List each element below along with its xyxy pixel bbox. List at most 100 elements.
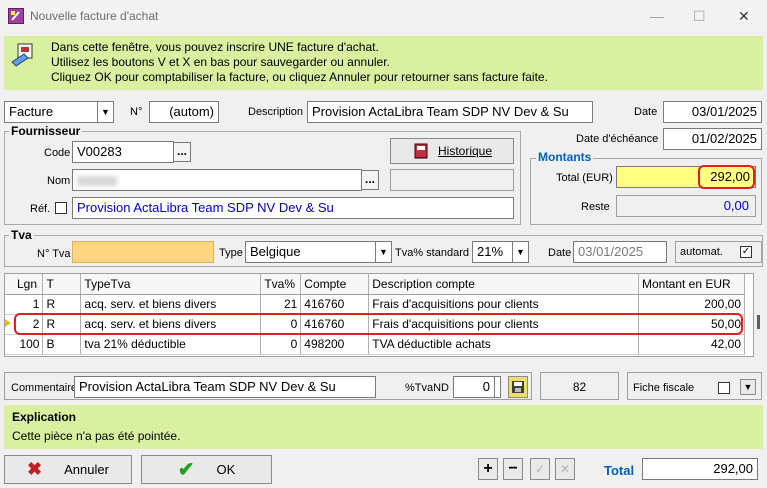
tvand-field[interactable]: 0 bbox=[453, 376, 495, 398]
code-field[interactable]: V00283 bbox=[72, 141, 174, 163]
rest-field: 0,00 bbox=[616, 195, 756, 217]
footer-total-field: 292,00 bbox=[642, 458, 758, 480]
maximize-icon[interactable]: ☐ bbox=[693, 8, 706, 25]
tva-std-select[interactable]: 21% ▼ bbox=[472, 241, 529, 263]
col-description[interactable]: Description compte bbox=[368, 274, 639, 295]
cell-compte: 416760 bbox=[300, 294, 370, 315]
row-pointer-icon bbox=[5, 319, 11, 327]
col-t[interactable]: T bbox=[42, 274, 82, 295]
code-label: Code bbox=[44, 147, 71, 159]
title-bar: Nouvelle facture d'achat — ☐ ✕ bbox=[0, 0, 767, 32]
tva-date-field[interactable]: 03/01/2025 bbox=[573, 241, 667, 263]
cell-compte: 498200 bbox=[300, 334, 370, 355]
cell-typetva: acq. serv. et biens divers bbox=[80, 294, 262, 315]
col-montant[interactable]: Montant en EUR bbox=[638, 274, 746, 295]
explanation-text: Cette pièce n'a pas été pointée. bbox=[12, 429, 181, 443]
cell-t: R bbox=[42, 294, 82, 315]
total-label: Total (EUR) bbox=[556, 172, 613, 184]
footer-total-label: Total bbox=[604, 463, 635, 478]
tvand-label: %TvaND bbox=[405, 382, 450, 394]
tva-std-value: 21% bbox=[477, 244, 504, 259]
auto-label: automat. bbox=[680, 246, 723, 258]
chevron-down-icon: ▼ bbox=[512, 242, 528, 262]
tva-date-label: Date bbox=[548, 247, 572, 259]
history-button[interactable]: Historique bbox=[390, 138, 514, 164]
cell-description: Frais d'acquisitions pour clients bbox=[368, 294, 639, 315]
amounts-title: Montants bbox=[536, 150, 594, 164]
minimize-icon[interactable]: — bbox=[650, 8, 664, 24]
remove-line-button[interactable]: − bbox=[503, 458, 523, 480]
table-header: Lgn T TypeTva Tva% Compte Description co… bbox=[5, 274, 746, 295]
name-browse-button[interactable]: ... bbox=[361, 170, 379, 190]
cell-tva-pct: 0 bbox=[260, 334, 302, 355]
tva-type-select[interactable]: Belgique ▼ bbox=[245, 241, 392, 263]
info-line-1: Dans cette fenêtre, vous pouvez inscrire… bbox=[51, 40, 379, 54]
history-label: Historique bbox=[437, 144, 493, 158]
save-icon[interactable] bbox=[508, 376, 528, 398]
cancel-label: Annuler bbox=[64, 462, 109, 477]
cell-lgn: 100 bbox=[5, 334, 44, 355]
col-lgn[interactable]: Lgn bbox=[5, 274, 44, 295]
cell-montant: 200,00 bbox=[638, 294, 746, 315]
rest-label: Reste bbox=[581, 201, 610, 213]
explanation-title: Explication bbox=[12, 410, 77, 424]
selected-row-ring bbox=[14, 313, 743, 335]
description-field[interactable]: Provision ActaLibra Team SDP NV Dev & Su bbox=[307, 101, 593, 123]
name-extra-field bbox=[390, 169, 514, 191]
close-icon: ✖ bbox=[27, 459, 43, 479]
scrollbar-thumb[interactable] bbox=[757, 315, 760, 329]
fiche-label: Fiche fiscale bbox=[633, 382, 695, 394]
cell-montant: 42,00 bbox=[638, 334, 746, 355]
info-line-2: Utilisez les boutons V et X en bas pour … bbox=[51, 55, 390, 69]
app-icon bbox=[8, 8, 24, 24]
cancel-button[interactable]: ✖ Annuler bbox=[4, 455, 132, 484]
tvand-spinner[interactable] bbox=[495, 376, 501, 398]
ok-button[interactable]: ✔ OK bbox=[141, 455, 272, 484]
date-field[interactable]: 03/01/2025 bbox=[663, 101, 762, 123]
chevron-down-icon: ▼ bbox=[97, 102, 113, 122]
check-icon: ✔ bbox=[177, 459, 195, 481]
auto-checkbox[interactable]: ✓ bbox=[740, 246, 752, 258]
confirm-line-button: ✓ bbox=[530, 458, 550, 480]
code-browse-button[interactable]: ... bbox=[173, 142, 191, 162]
due-date-label: Date d'échéance bbox=[576, 133, 659, 145]
add-line-button[interactable]: + bbox=[478, 458, 498, 480]
doc-type-value: Facture bbox=[9, 104, 54, 119]
comment-field[interactable]: Provision ActaLibra Team SDP NV Dev & Su bbox=[74, 376, 376, 398]
window-title: Nouvelle facture d'achat bbox=[30, 9, 159, 23]
fiche-checkbox[interactable] bbox=[718, 382, 730, 394]
col-compte[interactable]: Compte bbox=[300, 274, 370, 295]
close-icon[interactable]: ✕ bbox=[738, 8, 750, 25]
name-field[interactable] bbox=[72, 169, 362, 191]
comment-label: Commentaire bbox=[11, 382, 78, 394]
info-banner: Dans cette fenêtre, vous pouvez inscrire… bbox=[4, 36, 763, 90]
ref-checkbox[interactable] bbox=[55, 202, 67, 214]
tva-type-label: Type bbox=[219, 247, 243, 259]
number-label: N° bbox=[130, 106, 143, 118]
table-row[interactable]: 1 R acq. serv. et biens divers 21 416760… bbox=[5, 294, 746, 315]
info-icon bbox=[10, 42, 36, 68]
ref-label: Réf. bbox=[30, 203, 51, 215]
cell-tva-pct: 21 bbox=[260, 294, 302, 315]
due-date-field[interactable]: 01/02/2025 bbox=[663, 128, 762, 150]
chevron-down-icon: ▼ bbox=[375, 242, 391, 262]
count-value: 82 bbox=[572, 380, 587, 394]
doc-type-select[interactable]: Facture ▼ bbox=[4, 101, 114, 123]
description-label: Description bbox=[248, 106, 304, 118]
table-row[interactable]: 100 B tva 21% déductible 0 498200 TVA dé… bbox=[5, 334, 746, 355]
cell-typetva: tva 21% déductible bbox=[80, 334, 262, 355]
ref-field[interactable]: Provision ActaLibra Team SDP NV Dev & Su bbox=[72, 197, 514, 219]
number-field[interactable]: (autom) bbox=[149, 101, 219, 123]
grid-scrollbar[interactable] bbox=[755, 273, 763, 357]
explanation-panel: Explication Cette pièce n'a pas été poin… bbox=[4, 405, 763, 449]
supplier-title: Fournisseur bbox=[9, 124, 83, 138]
col-typetva[interactable]: TypeTva bbox=[80, 274, 262, 295]
col-tva-pct[interactable]: Tva% bbox=[260, 274, 302, 295]
ok-label: OK bbox=[216, 462, 236, 477]
tva-number-label: N° Tva bbox=[37, 248, 71, 260]
tva-std-label: Tva% standard bbox=[395, 247, 469, 259]
tva-number-field[interactable] bbox=[72, 241, 214, 263]
fiche-expand-icon[interactable]: ▼ bbox=[740, 379, 756, 395]
tva-title: Tva bbox=[9, 228, 34, 242]
info-line-3: Cliquez OK pour comptabiliser la facture… bbox=[51, 70, 548, 84]
